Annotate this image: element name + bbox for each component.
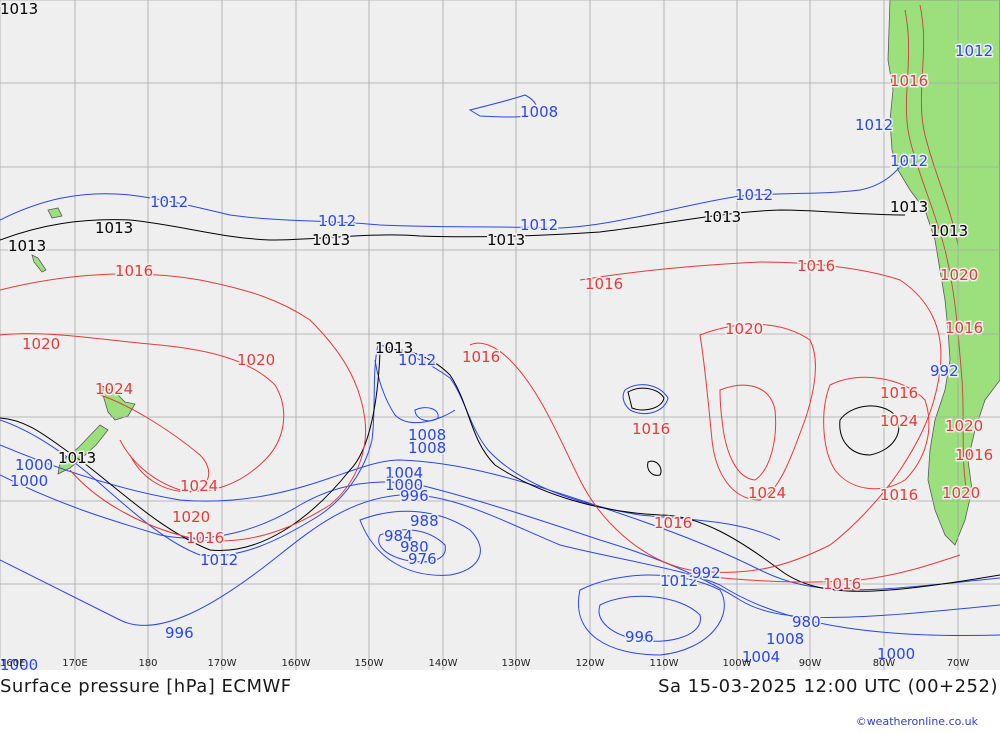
isobar-label: 1013 <box>487 231 525 249</box>
isobar-label: 976 <box>408 550 437 568</box>
isobar-label: 1024 <box>748 484 786 502</box>
isobar-label: 1012 <box>520 216 558 234</box>
longitude-tick-label: 80W <box>873 658 896 669</box>
isobar-label: 1012 <box>855 116 893 134</box>
isobar-label: 1016 <box>823 575 861 593</box>
longitude-tick-label: 170E <box>62 658 87 669</box>
longitude-tick-label: 70W <box>947 658 970 669</box>
isobar-label: 1020 <box>172 508 210 526</box>
isobar-label: 1000 <box>15 456 53 474</box>
isobar-label: 1016 <box>880 384 918 402</box>
isobar-label: 996 <box>400 487 429 505</box>
isobar-label: 1013 <box>58 449 96 467</box>
isobar-label: 1020 <box>22 335 60 353</box>
ocean-background <box>0 0 1000 670</box>
longitude-tick-label: 110W <box>650 658 679 669</box>
isobar-label: 1024 <box>180 477 218 495</box>
isobar-label: 1013 <box>890 198 928 216</box>
isobar-label: 1020 <box>725 320 763 338</box>
longitude-tick-label: 150W <box>355 658 384 669</box>
longitude-tick-label: 120W <box>576 658 605 669</box>
isobar-label: 1016 <box>585 275 623 293</box>
isobar-label: 1013 <box>312 231 350 249</box>
longitude-tick-label: 170W <box>208 658 237 669</box>
isobar-label: 1012 <box>890 152 928 170</box>
pressure-map: 1008 1012 1012 1012 1012 1013 1013 1013 1013 1013… <box>0 0 1000 670</box>
isobar-label: 1020 <box>237 351 275 369</box>
map-title: Surface pressure [hPa] ECMWF <box>0 676 292 697</box>
longitude-tick-label: 100W <box>723 658 752 669</box>
isobar-label: 1016 <box>797 257 835 275</box>
longitude-tick-label: 140W <box>429 658 458 669</box>
isobar-label: 980 <box>792 613 821 631</box>
isobar-label: 1016 <box>115 262 153 280</box>
isobar-label: 996 <box>625 628 654 646</box>
isobar-label: 1024 <box>95 380 133 398</box>
isobar-label: 1008 <box>408 439 446 457</box>
isobar-label: 1020 <box>940 266 978 284</box>
isobar-label: 1016 <box>186 529 224 547</box>
isobar-label: 1020 <box>942 484 980 502</box>
isobar-label: 988 <box>410 512 439 530</box>
isobar-label: 1012 <box>200 551 238 569</box>
isobar-label: 1024 <box>880 412 918 430</box>
isobar-label: 1016 <box>462 348 500 366</box>
isobar-label: 1020 <box>945 417 983 435</box>
isobar-label: 1012 <box>955 42 993 60</box>
isobar-label: 1012 <box>318 212 356 230</box>
isobar-label: 1013 <box>703 208 741 226</box>
valid-time: Sa 15-03-2025 12:00 UTC (00+252) <box>658 676 998 697</box>
isobar-label: 1016 <box>654 514 692 532</box>
isobar-label: 1013 <box>95 219 133 237</box>
isobar-label: 1012 <box>735 186 773 204</box>
isobar-label: 1016 <box>632 420 670 438</box>
isobar-label: 1016 <box>890 72 928 90</box>
longitude-tick-label: 160E <box>0 658 25 669</box>
isobar-label: 1016 <box>955 446 993 464</box>
longitude-tick-label: 180 <box>138 658 157 669</box>
credit-link[interactable]: ©weatheronline.co.uk <box>856 715 978 728</box>
isobar-label: 1000 <box>10 472 48 490</box>
isobar-label: 1016 <box>880 486 918 504</box>
isobar-label: 1013 <box>0 0 38 18</box>
isobar-label: 1013 <box>8 237 46 255</box>
longitude-tick-label: 130W <box>502 658 531 669</box>
isobar-label: 992 <box>930 362 959 380</box>
isobar-label: 996 <box>165 624 194 642</box>
map-canvas: 100810121012 1012101210131013 1013 10131013… <box>0 0 1000 670</box>
isobar-label: 1013 <box>930 222 968 240</box>
isobar-label: 1008 <box>520 103 558 121</box>
isobar-label: 1008 <box>766 630 804 648</box>
isobar-label: 1012 <box>150 193 188 211</box>
longitude-tick-label: 160W <box>282 658 311 669</box>
longitude-tick-label: 90W <box>799 658 822 669</box>
isobar-label: 992 <box>692 564 721 582</box>
isobar-label: 1016 <box>945 319 983 337</box>
isobar-label: 1012 <box>398 351 436 369</box>
